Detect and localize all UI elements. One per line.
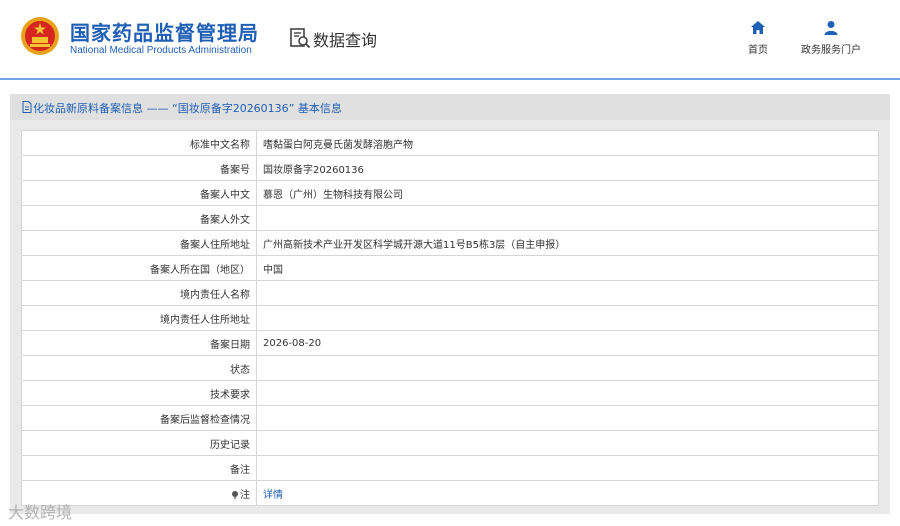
field-label-text: 备注 xyxy=(230,464,250,476)
field-label-text: 备案人住所地址 xyxy=(180,239,250,251)
table-row: 备案人所在国（地区） 中国 xyxy=(21,255,879,281)
table-row: 备案号 国妆原备字20260136 xyxy=(21,155,879,181)
field-value-text: 中国 xyxy=(263,264,283,276)
org-name-cn: 国家药品监督管理局 xyxy=(70,21,259,45)
table-row: 备注 xyxy=(21,455,879,481)
user-icon xyxy=(824,21,838,35)
field-label-text: 注 xyxy=(240,489,250,501)
field-label: 备注 xyxy=(21,455,257,481)
table-row: 境内责任人住所地址 xyxy=(21,305,879,331)
field-label-text: 备案人外文 xyxy=(200,214,250,226)
field-value-text: 慕恩（广州）生物科技有限公司 xyxy=(263,189,403,201)
field-value: 国妆原备字20260136 xyxy=(256,155,879,181)
table-row: 标准中文名称 嗜黏蛋白阿克曼氏菌发酵溶胞产物 xyxy=(21,130,879,156)
field-label-text: 标准中文名称 xyxy=(190,139,250,151)
site-header: 国家药品监督管理局 National Medical Products Admi… xyxy=(0,0,900,80)
table-row: 境内责任人名称 xyxy=(21,280,879,306)
field-label: 备案人住所地址 xyxy=(21,230,257,256)
search-document-icon xyxy=(290,28,311,49)
field-value xyxy=(256,280,879,306)
field-value xyxy=(256,405,879,431)
field-value: 慕恩（广州）生物科技有限公司 xyxy=(256,180,879,206)
table-row: 备案后监督检查情况 xyxy=(21,405,879,431)
org-name-en: National Medical Products Administration xyxy=(70,45,252,56)
field-value-text: 国妆原备字20260136 xyxy=(263,164,364,176)
field-label-text: 境内责任人住所地址 xyxy=(160,314,250,326)
document-icon xyxy=(22,101,32,113)
field-label: 状态 xyxy=(21,355,257,381)
field-value[interactable]: 详情 xyxy=(256,480,879,506)
table-row: 备案日期 2026-08-20 xyxy=(21,330,879,356)
table-row: 状态 xyxy=(21,355,879,381)
panel-header: 化妆品新原料备案信息 —— “国妆原备字20260136” 基本信息 xyxy=(10,94,890,120)
field-label: 备案日期 xyxy=(21,330,257,356)
field-value xyxy=(256,380,879,406)
field-value xyxy=(256,455,879,481)
field-value: 中国 xyxy=(256,255,879,281)
field-label: 境内责任人住所地址 xyxy=(21,305,257,331)
watermark-text: 大数跨境 xyxy=(8,503,73,522)
table-row: 备案人住所地址 广州高新技术产业开发区科学城开源大道11号B5栋3层（自主申报） xyxy=(21,230,879,256)
field-label: 备案人所在国（地区） xyxy=(21,255,257,281)
field-label: 境内责任人名称 xyxy=(21,280,257,306)
field-value-text: 嗜黏蛋白阿克曼氏菌发酵溶胞产物 xyxy=(263,139,413,151)
table-row: 技术要求 xyxy=(21,380,879,406)
home-icon xyxy=(751,21,765,34)
field-value xyxy=(256,430,879,456)
field-value xyxy=(256,305,879,331)
national-emblem-icon xyxy=(21,17,59,55)
table-row: 备案人外文 xyxy=(21,205,879,231)
field-value xyxy=(256,355,879,381)
table-row: 注 详情 xyxy=(21,480,879,506)
field-label: 技术要求 xyxy=(21,380,257,406)
pin-icon xyxy=(232,490,238,499)
nav-service-portal[interactable]: 政务服务门户 xyxy=(795,20,867,56)
field-label-text: 状态 xyxy=(230,364,250,376)
details-link[interactable]: 详情 xyxy=(263,490,283,501)
field-label: 备案后监督检查情况 xyxy=(21,405,257,431)
nav-service-label: 政务服务门户 xyxy=(801,45,861,56)
field-label-text: 历史记录 xyxy=(210,439,250,451)
nav-home[interactable]: 首页 xyxy=(738,20,778,56)
field-label: 备案人中文 xyxy=(21,180,257,206)
section-title: 数据查询 xyxy=(313,31,378,50)
field-label-text: 备案日期 xyxy=(210,339,250,351)
field-label-text: 备案号 xyxy=(220,164,250,176)
field-value-text: 2026-08-20 xyxy=(263,337,322,349)
field-value-text: 广州高新技术产业开发区科学城开源大道11号B5栋3层（自主申报） xyxy=(263,239,566,251)
table-row: 历史记录 xyxy=(21,430,879,456)
field-value: 嗜黏蛋白阿克曼氏菌发酵溶胞产物 xyxy=(256,130,879,156)
field-value xyxy=(256,205,879,231)
field-value: 2026-08-20 xyxy=(256,330,879,356)
record-table: 标准中文名称 嗜黏蛋白阿克曼氏菌发酵溶胞产物备案号 国妆原备字20260136 备案人… xyxy=(21,130,879,506)
field-label: 历史记录 xyxy=(21,430,257,456)
field-label-text: 备案后监督检查情况 xyxy=(160,414,250,426)
field-label-text: 技术要求 xyxy=(210,389,250,401)
field-label-text: 备案人中文 xyxy=(200,189,250,201)
field-value: 广州高新技术产业开发区科学城开源大道11号B5栋3层（自主申报） xyxy=(256,230,879,256)
field-label: 备案号 xyxy=(21,155,257,181)
field-label-text: 境内责任人名称 xyxy=(180,289,250,301)
field-label: 备案人外文 xyxy=(21,205,257,231)
table-row: 备案人中文 慕恩（广州）生物科技有限公司 xyxy=(21,180,879,206)
panel-title: 化妆品新原料备案信息 —— “国妆原备字20260136” 基本信息 xyxy=(33,102,342,115)
field-label: 标准中文名称 xyxy=(21,130,257,156)
nav-home-label: 首页 xyxy=(748,45,768,56)
field-label-text: 备案人所在国（地区） xyxy=(150,264,250,276)
